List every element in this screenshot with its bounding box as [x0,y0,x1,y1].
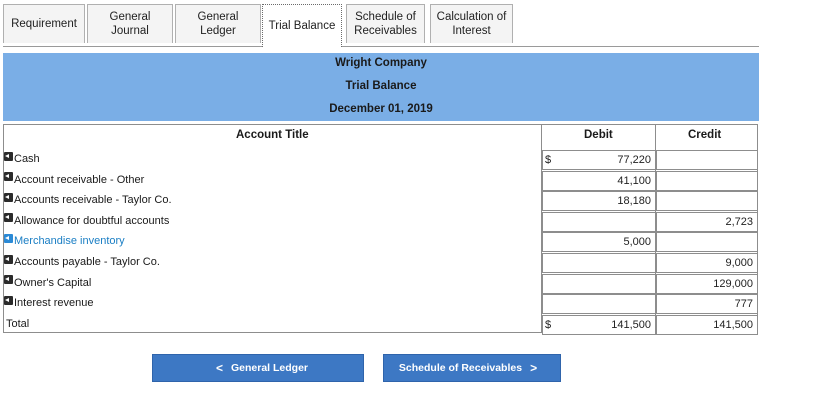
column-header-debit: Debit [584,129,613,141]
credit-input[interactable] [656,170,758,191]
table-row: Account receivable - Other 41,100 [4,170,758,191]
report-title: Trial Balance [345,80,417,92]
debit-input[interactable]: 5,000 [542,232,656,253]
table-row: Allowance for doubtful accounts 2,723 [4,211,758,232]
total-label: Total [6,317,30,330]
currency-symbol: $ [545,154,552,166]
tab-trial-balance[interactable]: Trial Balance [262,4,342,47]
next-button-label: Schedule of Receivables [398,362,523,374]
report-date: December 01, 2019 [329,103,433,115]
back-arrow-icon[interactable] [4,172,13,182]
debit-input[interactable]: $77,220 [542,150,656,170]
table-row: Merchandise inventory 5,000 [4,232,758,253]
account-name: Owner's Capital [14,276,92,289]
tab-bar: Requirement General Journal General Ledg… [3,4,759,47]
credit-input[interactable]: 777 [656,294,758,315]
credit-input[interactable]: 129,000 [656,273,758,294]
cell-value: 9,000 [725,257,753,269]
account-title: Owner's Capital [4,275,92,289]
cell-value: 77,220 [617,154,651,166]
tab-calculation-of-interest[interactable]: Calculation of Interest [430,4,513,43]
company-name: Wright Company [335,57,427,69]
cell-value: 777 [734,298,753,311]
tab-general-journal[interactable]: General Journal [87,4,173,43]
account-title: Account receivable - Other [4,172,145,186]
column-header-account: Account Title [236,129,309,141]
report-header: Wright Company Trial Balance December 01… [3,53,759,121]
account-name: Accounts payable - Taylor Co. [14,256,160,268]
back-arrow-icon[interactable] [4,233,13,243]
account-name: Cash [14,153,40,165]
credit-input[interactable]: 2,723 [656,211,758,232]
account-title: Interest revenue [4,295,94,310]
total-row: Total $141,500 141,500 [4,314,758,335]
back-arrow-icon[interactable] [4,151,13,161]
prev-general-ledger-button[interactable]: < General Ledger [152,354,364,382]
debit-input[interactable] [542,273,656,294]
account-name: Accounts receivable - Taylor Co. [14,194,172,207]
account-title: Accounts payable - Taylor Co. [4,254,160,268]
debit-input[interactable] [542,294,656,315]
credit-input[interactable]: 9,000 [656,253,758,273]
cell-value: 141,500 [611,318,651,331]
back-arrow-icon[interactable] [4,254,13,264]
chevron-left-icon: < [215,361,223,375]
trial-balance-table: Account Title Debit Credit Cash $77,220 Ac… [3,124,758,335]
account-name: Merchandise inventory [14,235,125,248]
account-title: Cash [4,151,40,165]
total-credit[interactable]: 141,500 [656,314,758,335]
account-name: Account receivable - Other [14,173,145,186]
tab-requirement[interactable]: Requirement [3,4,85,43]
account-title: Allowance for doubtful accounts [4,213,170,227]
column-header-credit: Credit [688,129,722,141]
table-row: Accounts payable - Taylor Co. 9,000 [4,253,758,273]
debit-input[interactable] [542,211,656,232]
debit-input[interactable]: 41,100 [542,170,656,191]
total-debit[interactable]: $141,500 [542,314,656,335]
cell-value: 129,000 [713,277,753,290]
credit-input[interactable] [656,150,758,170]
table-row: Accounts receivable - Taylor Co. 18,180 [4,191,758,212]
back-arrow-icon[interactable] [4,275,13,285]
account-name: Allowance for doubtful accounts [14,214,170,227]
back-arrow-icon[interactable] [4,213,13,223]
prev-button-label: General Ledger [230,362,309,374]
tab-general-ledger[interactable]: General Ledger [175,4,261,43]
table-row: Cash $77,220 [4,150,758,170]
credit-input[interactable] [656,232,758,253]
currency-symbol: $ [545,318,552,331]
account-title[interactable]: Merchandise inventory [4,233,125,248]
next-schedule-of-receivables-button[interactable]: Schedule of Receivables > [383,354,561,382]
tab-bar-divider [3,46,759,47]
credit-input[interactable] [656,191,758,212]
debit-input[interactable] [542,253,656,273]
chevron-right-icon: > [530,361,538,375]
cell-value: 5,000 [623,236,651,249]
table-row: Interest revenue 777 [4,294,758,315]
cell-value: 141,500 [713,318,753,331]
cell-value: 41,100 [617,174,651,187]
account-title: Accounts receivable - Taylor Co. [4,192,172,207]
back-arrow-icon[interactable] [4,295,13,305]
back-arrow-icon[interactable] [4,192,13,202]
table-row: Owner's Capital 129,000 [4,273,758,294]
debit-input[interactable]: 18,180 [542,191,656,212]
cell-value: 2,723 [725,215,753,228]
tab-schedule-of-receivables[interactable]: Schedule of Receivables [346,4,425,43]
cell-value: 18,180 [617,195,651,208]
account-name: Interest revenue [14,297,94,310]
